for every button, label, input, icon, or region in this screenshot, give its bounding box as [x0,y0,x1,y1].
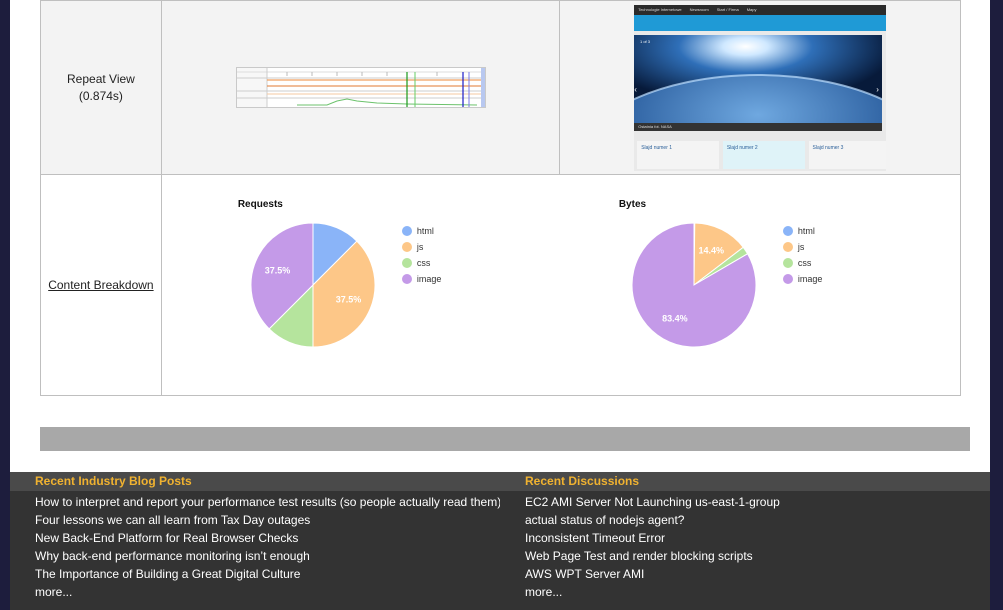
legend-item-image: image [401,271,442,287]
legend-label: css [416,258,431,268]
blog-post-item: Why back-end performance monitoring isn’… [35,547,500,565]
blog-posts-list: How to interpret and report your perform… [35,493,500,601]
blog-post-link[interactable]: How to interpret and report your perform… [35,495,500,509]
page: Repeat View (0.874s) Technologie Interne… [10,0,990,610]
legend-label: html [416,226,434,236]
discussion-item: EC2 AMI Server Not Launching us-east-1-g… [525,493,980,511]
legend-label: html [797,226,815,236]
content-breakdown-cell: Content Breakdown [40,174,162,396]
repeat-view-time: (0.874s) [78,88,123,103]
legend-swatch [782,258,793,268]
legend-item-css: css [782,255,823,271]
pie-data-label: 83.4% [662,313,688,323]
thumb-banner [634,14,887,31]
discussions-heading: Recent Discussions [525,474,640,488]
screenshot-cell: Technologie Internetowe Newsroom Start /… [559,0,961,175]
thumb-nav-brand: Technologie Internetowe [638,7,682,12]
discussions-more-item: more... [525,583,980,601]
legend-item-css: css [401,255,442,271]
thumb-slide-card: Slajd numer 2 [722,140,805,169]
gray-divider-bar [40,427,970,451]
thumb-slide-card: Slajd numer 1 [637,140,719,169]
thumb-prev-arrow: ‹ [634,84,637,94]
legend-label: image [416,274,442,284]
page-screenshot-thumbnail[interactable]: Technologie Internetowe Newsroom Start /… [634,4,887,171]
thumb-nav-item: Start / Firma [716,7,739,12]
legend-swatch [401,242,412,252]
thumb-caption: Ostatnia fot. NASA [634,122,883,131]
bytes-pie: 14.4% 83.4% [631,222,757,348]
blog-more-item: more... [35,583,500,601]
thumb-nav-item: Mapy [746,7,757,12]
pie-data-label: 14.4% [698,246,724,256]
earth-image: 1 of 3 [634,34,883,131]
discussions-column: Recent Discussions EC2 AMI Server Not La… [525,472,980,601]
blog-post-item: How to interpret and report your perform… [35,493,500,511]
discussion-item: AWS WPT Server AMI [525,565,980,583]
blog-more-link[interactable]: more... [35,585,72,599]
blog-posts-heading: Recent Industry Blog Posts [35,474,192,488]
discussion-link[interactable]: actual status of nodejs agent? [525,513,684,527]
legend-item-js: js [782,239,823,255]
discussion-link[interactable]: EC2 AMI Server Not Launching us-east-1-g… [525,495,780,509]
thumb-next-arrow: › [876,84,879,94]
legend-label: image [797,274,823,284]
discussion-item: actual status of nodejs agent? [525,511,980,529]
blog-post-link[interactable]: Why back-end performance monitoring isn’… [35,549,310,563]
pie-data-label: 37.5% [265,265,291,275]
blog-post-item: Four lessons we can all learn from Tax D… [35,511,500,529]
legend-label: js [797,242,805,252]
discussion-link[interactable]: AWS WPT Server AMI [525,567,644,581]
thumb-slide-card: Slajd numer 3 [808,140,887,169]
bytes-chart: Bytes 14.4% 83.4% html js css image [543,175,843,396]
waterfall-cell [160,0,561,175]
legend-swatch [782,242,793,252]
waterfall-graphic [236,68,485,107]
requests-pie: 37.5% 37.5% [250,222,376,348]
blog-post-item: New Back-End Platform for Real Browser C… [35,529,500,547]
thumb-slides: Slajd numer 1 Slajd numer 2 Slajd numer … [634,140,887,171]
blog-posts-column: Recent Industry Blog Posts How to interp… [35,472,500,601]
legend-label: css [797,258,812,268]
thumb-nav-item: Newsroom [689,7,709,12]
legend-item-html: html [782,223,823,239]
blog-post-link[interactable]: The Importance of Building a Great Digit… [35,567,300,581]
legend-swatch [782,274,793,284]
bytes-legend: html js css image [782,223,823,287]
discussion-item: Web Page Test and render blocking script… [525,547,980,565]
charts-cell: Requests 37.5% 37.5% html js css image By… [160,174,962,396]
repeat-view-row: Repeat View (0.874s) Technologie Interne… [40,0,961,175]
thumb-hero-image: 1 of 3 [634,34,883,131]
blog-post-item: The Importance of Building a Great Digit… [35,565,500,583]
pie-data-label: 37.5% [336,295,362,305]
requests-legend: html js css image [401,223,442,287]
footer: Recent Industry Blog Posts How to interp… [10,472,990,610]
thumb-navbar: Technologie Internetowe Newsroom Start /… [634,4,887,15]
repeat-view-cell: Repeat View (0.874s) [40,0,162,175]
waterfall-thumbnail[interactable] [235,67,486,108]
content-breakdown-link[interactable]: Content Breakdown [48,278,153,292]
legend-swatch [401,226,412,236]
legend-label: js [416,242,424,252]
discussions-list: EC2 AMI Server Not Launching us-east-1-g… [525,493,980,601]
legend-item-html: html [401,223,442,239]
legend-swatch [401,274,412,284]
legend-swatch [782,226,793,236]
legend-item-js: js [401,239,442,255]
thumb-slide-counter: 1 of 3 [640,39,651,44]
discussion-link[interactable]: Web Page Test and render blocking script… [525,549,753,563]
discussion-item: Inconsistent Timeout Error [525,529,980,547]
content-breakdown-row: Content Breakdown Requests 37.5% 37.5% ht… [40,174,962,396]
blog-post-link[interactable]: New Back-End Platform for Real Browser C… [35,531,298,545]
discussions-more-link[interactable]: more... [525,585,562,599]
discussion-link[interactable]: Inconsistent Timeout Error [525,531,665,545]
requests-chart: Requests 37.5% 37.5% html js css image [162,175,462,396]
legend-swatch [401,258,412,268]
blog-post-link[interactable]: Four lessons we can all learn from Tax D… [35,513,310,527]
repeat-view-label: Repeat View [67,71,135,86]
results-table: Repeat View (0.874s) Technologie Interne… [40,0,962,396]
legend-item-image: image [782,271,823,287]
